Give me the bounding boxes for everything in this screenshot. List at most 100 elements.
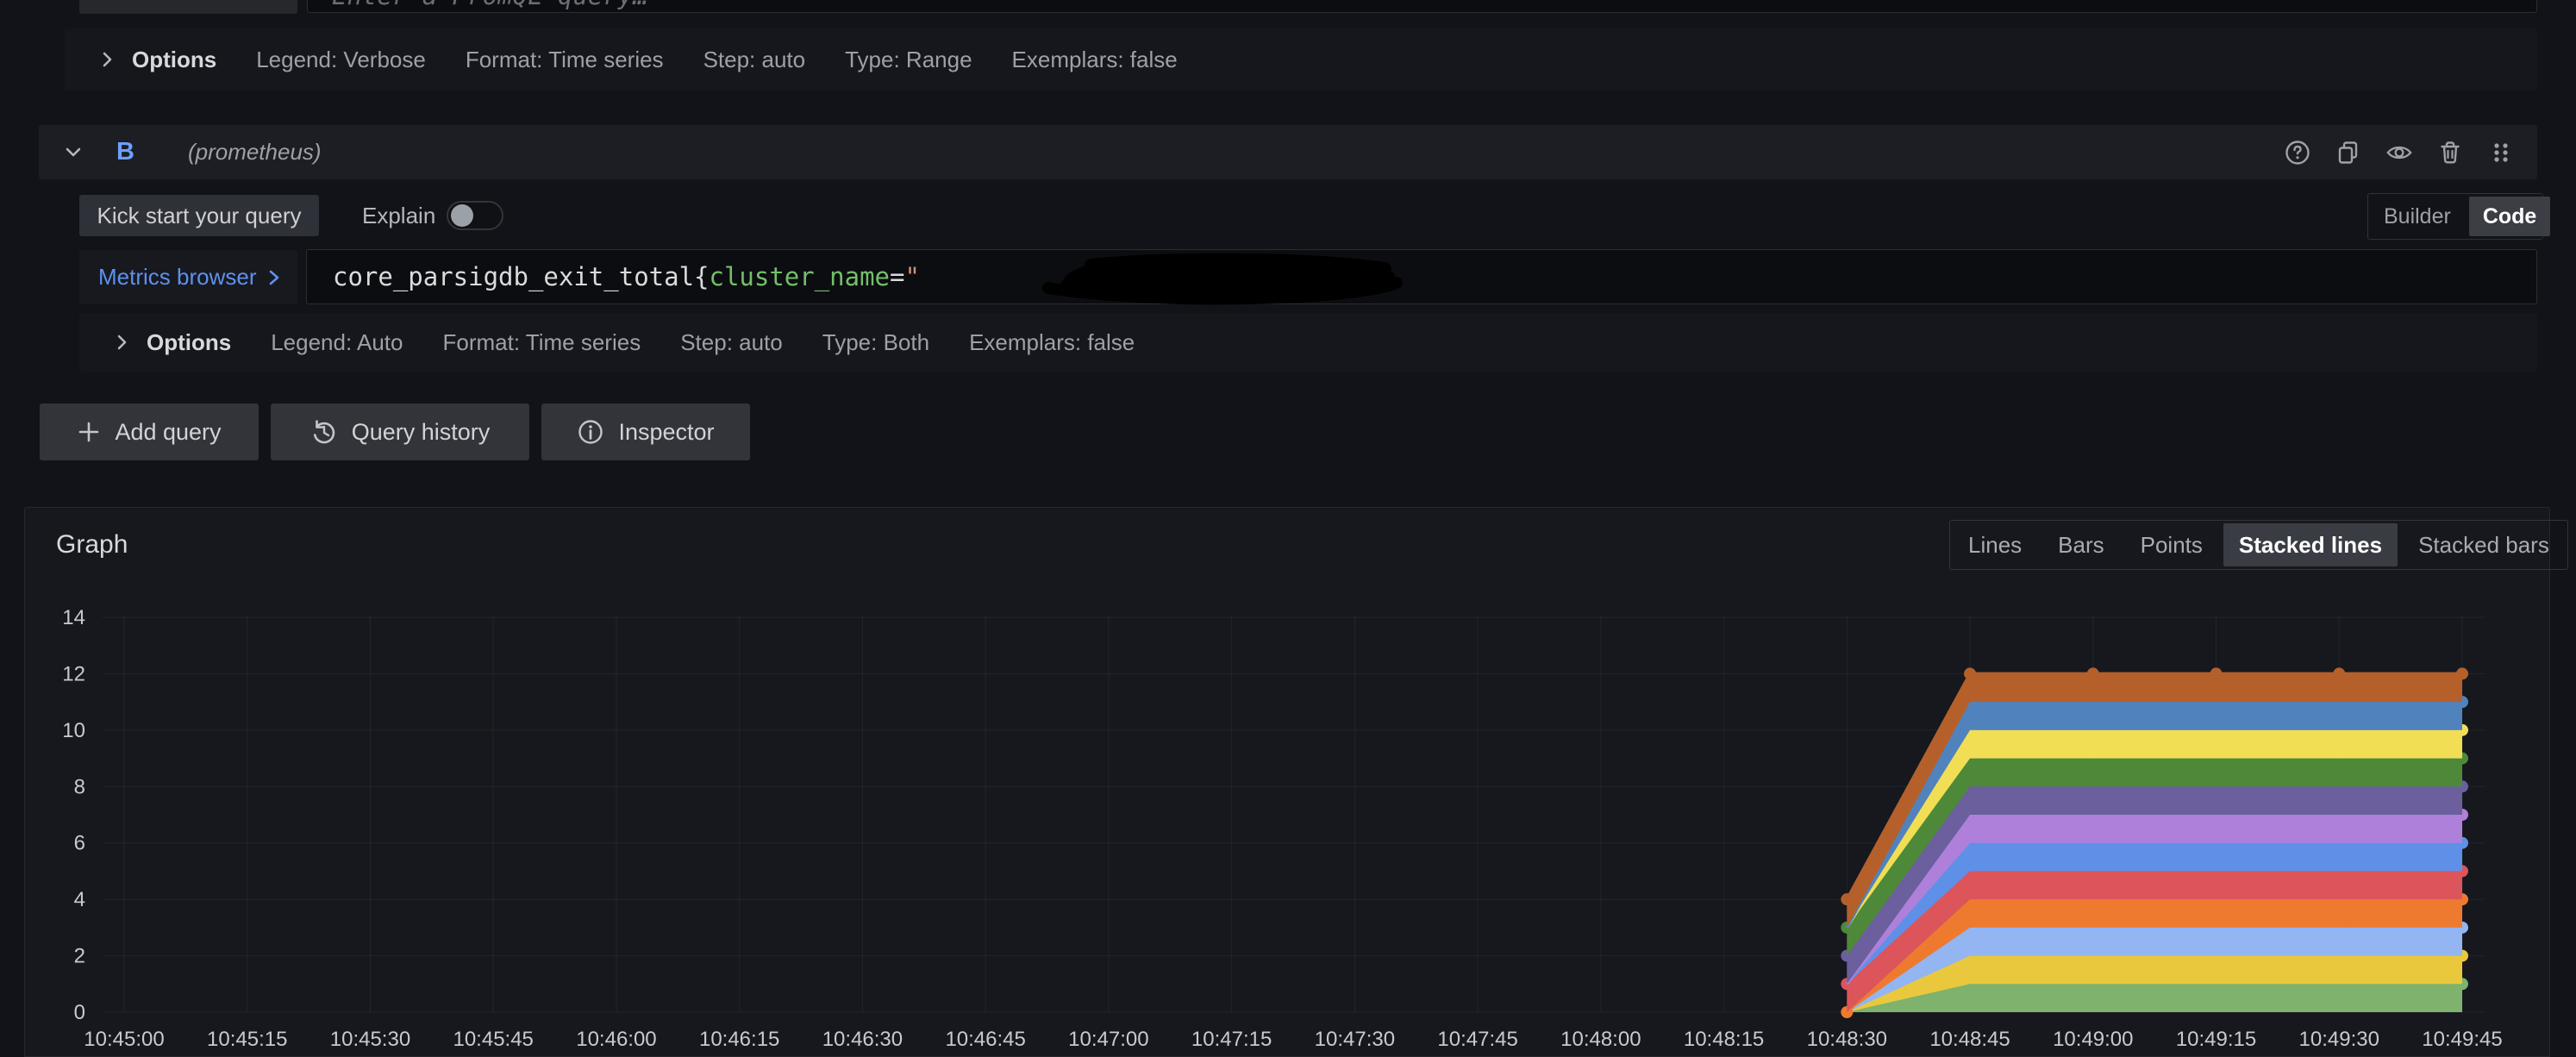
step-summary: Step: auto [703,46,806,72]
data-point [2333,893,2346,906]
x-tick-label: 10:47:00 [1068,1028,1148,1051]
editor-mode-switch: Builder Code [2367,193,2551,240]
y-tick-label: 0 [74,1001,85,1024]
data-point [1964,921,1977,934]
x-tick-label: 10:47:30 [1315,1028,1395,1051]
data-point [1964,865,1977,878]
inspector-label: Inspector [618,418,715,445]
help-icon[interactable] [2284,139,2311,166]
step-summary: Step: auto [680,328,783,355]
data-point [2086,696,2099,709]
series-band-series-6 [1846,836,2468,985]
data-point [1964,949,1977,962]
y-tick-label: 10 [62,719,85,742]
data-point [2333,696,2346,709]
query-b-header[interactable]: B (prometheus) [39,125,2537,179]
exemplars-summary: Exemplars: false [1011,46,1178,72]
tab-stacked-bars[interactable]: Stacked bars [2400,521,2567,569]
data-point [2086,893,2099,906]
kick-start-query-button[interactable]: Kick start your query [79,195,319,236]
tab-bars[interactable]: Bars [2040,521,2122,569]
x-tick-label: 10:47:45 [1437,1028,1517,1051]
tab-points[interactable]: Points [2123,521,2221,569]
mode-builder[interactable]: Builder [2368,194,2467,239]
data-point [2456,836,2468,849]
data-point [2210,752,2223,765]
stacked-area-chart[interactable]: 10:45:00 10:45:15 10:45:30 10:45:45 10:46:00… [25,508,2551,1057]
copy-icon[interactable] [2335,139,2362,166]
data-point [2333,921,2346,934]
y-tick-label: 4 [74,888,85,911]
x-tick-label: 10:46:15 [699,1028,779,1051]
data-point [2210,809,2223,821]
data-point [2333,723,2346,736]
grafana-explore-screen: Enter a PromQL query… Options Legend: Ve… [0,0,2576,1057]
data-point [2086,780,2099,793]
exemplars-summary: Exemplars: false [969,328,1135,355]
metrics-browser-fragment-a[interactable] [79,0,297,14]
data-point [2456,809,2468,821]
format-summary: Format: Time series [465,46,664,72]
query-close: "} [1359,262,1390,291]
data-point [2086,836,2099,849]
data-point [2210,893,2223,906]
x-tick-label: 10:45:00 [84,1028,164,1051]
tab-lines[interactable]: Lines [1950,521,2040,569]
promql-query-input[interactable]: core_parsigdb_exit_total{cluster_name = " "… [306,249,2537,305]
plus-icon [79,422,99,442]
eye-icon[interactable] [2385,139,2413,166]
y-tick-label: 2 [74,945,85,968]
query-a-options-row[interactable]: Options Legend: Verbose Format: Time ser… [65,28,2537,91]
promql-input-fragment-a[interactable]: Enter a PromQL query… [307,0,2537,13]
data-point [1964,978,1977,991]
series-band-series-3 [1846,921,2468,1014]
y-tick-label: 12 [62,662,85,685]
trash-icon[interactable] [2436,139,2464,166]
series-band-series-11 [1845,696,2468,929]
chevron-right-icon [103,52,112,67]
data-point [2086,978,2099,991]
data-point [2210,723,2223,736]
chevron-right-icon [270,270,279,285]
kick-start-label: Kick start your query [97,202,302,228]
series-band-series-8 [1841,780,2468,985]
query-metric: core_parsigdb_exit_total{ [333,262,710,291]
panel-title: Graph [56,530,128,559]
toggle-knob [451,204,473,227]
data-point [2086,723,2099,736]
data-point [2456,978,2468,991]
data-point [2210,667,2223,680]
query-b-options-toggle[interactable]: Options [112,329,231,356]
format-summary: Format: Time series [442,328,641,355]
add-query-label: Add query [115,418,222,445]
query-a-options-toggle[interactable]: Options [97,47,216,73]
query-history-button[interactable]: Query history [271,403,529,460]
query-equals: = [890,262,905,291]
query-history-label: Query history [351,418,491,445]
query-b-actions [2284,139,2515,166]
x-tick-label: 10:48:00 [1560,1028,1641,1051]
x-tick-label: 10:46:30 [822,1028,903,1051]
metrics-browser-button[interactable]: Metrics browser [79,250,297,304]
add-query-button[interactable]: Add query [40,403,259,460]
x-tick-label: 10:48:15 [1684,1028,1764,1051]
drag-handle-icon[interactable] [2487,139,2515,166]
mode-code[interactable]: Code [2468,197,2551,236]
data-point [1841,893,1854,906]
data-point [2333,978,2346,991]
y-tick-label: 8 [74,775,85,798]
data-point [1964,780,1977,793]
x-tick-label: 10:48:45 [1929,1028,2010,1051]
inspector-button[interactable]: Inspector [541,403,750,460]
data-point [1964,836,1977,849]
chevron-down-icon[interactable] [61,141,85,165]
explain-toggle[interactable] [447,201,503,230]
data-point [2456,696,2468,709]
tab-stacked-lines[interactable]: Stacked lines [2223,523,2398,566]
query-b-options-row[interactable]: Options Legend: Auto Format: Time series… [79,313,2537,372]
data-point [2456,667,2468,680]
data-point [2086,752,2099,765]
data-point [2210,836,2223,849]
data-point [1964,667,1977,680]
y-tick-label: 14 [62,606,85,629]
